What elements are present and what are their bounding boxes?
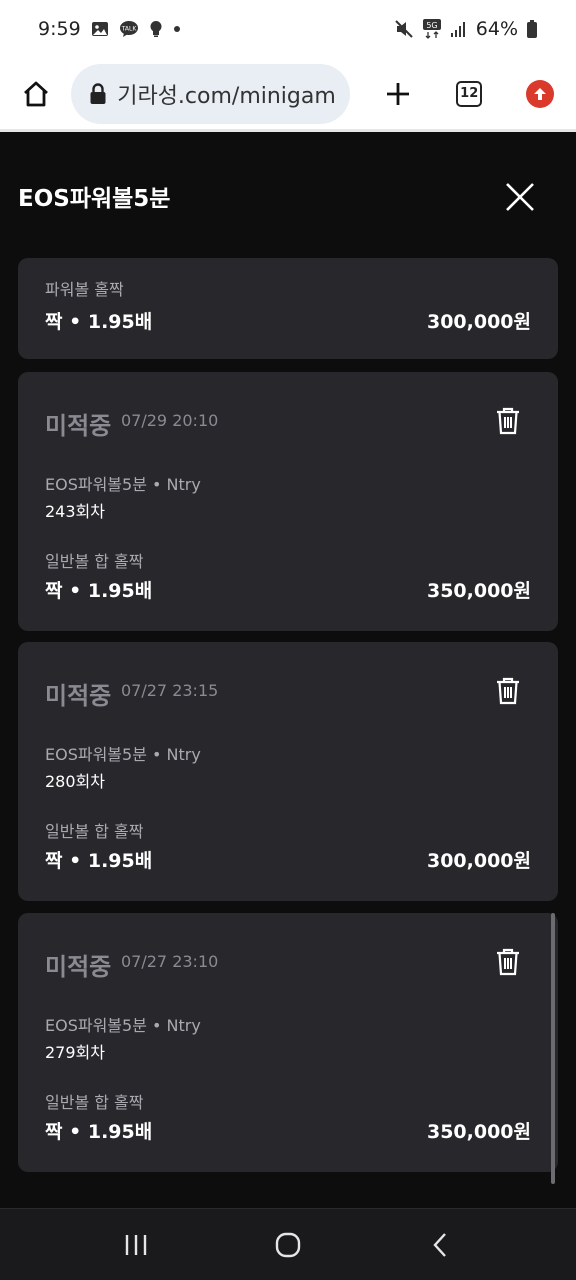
new-tab-button[interactable] [362,57,433,131]
gallery-icon [91,20,109,38]
plus-icon [387,82,410,105]
game-name: EOS파워볼5분 • Ntry [45,1016,201,1035]
url-text: 기라성.com/minigam [117,83,336,109]
battery-percent: 64% [475,18,518,40]
current-bet-card: 파워볼 홀짝 짝 • 1.95배 300,000원 [18,258,558,359]
bet-pick: 짝 • 1.95배 [45,850,153,872]
talk-icon: TALK [119,20,139,38]
delete-button[interactable] [492,674,524,708]
bet-date: 07/29 20:10 [121,411,219,430]
update-arrow-icon [526,79,555,108]
trash-icon [497,407,519,435]
bet-amount: 350,000원 [426,580,531,602]
scrollbar[interactable] [551,913,555,1184]
recent-apps-icon [125,1234,147,1255]
tabs-button[interactable]: 12 [434,57,505,131]
tab-count: 12 [456,80,483,107]
bet-history-item: 미적중 07/29 20:10 EOS파워볼5분 • Ntry 243회차 일반… [18,372,558,631]
bet-type-label: 일반볼 합 홀짝 [45,822,144,841]
bet-type-label: 일반볼 합 홀짝 [45,552,144,571]
bet-result-status: 미적중 [45,682,112,710]
address-bar[interactable]: 기라성.com/minigam [71,63,351,124]
bet-history-modal: EOS파워볼5분 파워볼 홀짝 짝 • 1.95배 300,000원 미적중 0… [0,135,576,1208]
signal-icon [450,20,468,38]
bet-result-status: 미적중 [45,953,112,981]
bet-history-item: 미적중 07/27 23:15 EOS파워볼5분 • Ntry 280회차 일반… [18,642,558,901]
bulb-icon [149,20,163,38]
modal-title: EOS파워볼5분 [18,186,171,212]
browser-toolbar: 기라성.com/minigam 12 [0,58,576,132]
bet-result-status: 미적중 [45,412,112,440]
game-name: EOS파워볼5분 • Ntry [45,745,201,764]
round-number: 243회차 [45,502,105,521]
delete-button[interactable] [492,404,524,438]
bet-date: 07/27 23:10 [121,952,219,971]
bet-amount: 350,000원 [426,1121,531,1143]
home-button[interactable] [0,57,71,131]
bet-amount: 300,000원 [426,311,531,333]
svg-text:TALK: TALK [120,26,137,33]
round-number: 279회차 [45,1043,105,1062]
home-icon [23,81,48,106]
status-time: 9:59 [38,18,81,40]
mute-icon [394,19,414,39]
round-number: 280회차 [45,772,105,791]
bet-history-item: 미적중 07/27 23:10 EOS파워볼5분 • Ntry 279회차 일반… [18,913,558,1172]
lock-icon [90,82,106,104]
bet-type-label: 파워볼 홀짝 [45,280,124,299]
back-button[interactable] [410,1215,470,1275]
delete-button[interactable] [492,945,524,979]
network-5g-icon: 5G [422,18,442,40]
bet-amount: 300,000원 [426,850,531,872]
home-nav-button[interactable] [258,1215,318,1275]
bet-type-label: 일반볼 합 홀짝 [45,1093,144,1112]
bet-pick: 짝 • 1.95배 [45,580,153,602]
game-name: EOS파워볼5분 • Ntry [45,475,201,494]
trash-icon [497,948,519,976]
bet-pick: 짝 • 1.95배 [45,311,153,333]
update-button[interactable] [505,57,576,131]
trash-icon [497,677,519,705]
bet-date: 07/27 23:15 [121,681,219,700]
close-icon [506,183,534,211]
svg-text:5G: 5G [426,21,437,30]
bet-pick: 짝 • 1.95배 [45,1121,153,1143]
home-circle-icon [275,1232,301,1257]
system-nav-bar [0,1208,576,1280]
status-bar: 9:59 TALK 5G 64% [0,0,576,58]
battery-icon [526,19,538,39]
back-icon [433,1232,446,1257]
notification-dot-icon [173,25,181,33]
recent-apps-button[interactable] [106,1215,166,1275]
close-button[interactable] [502,179,538,215]
